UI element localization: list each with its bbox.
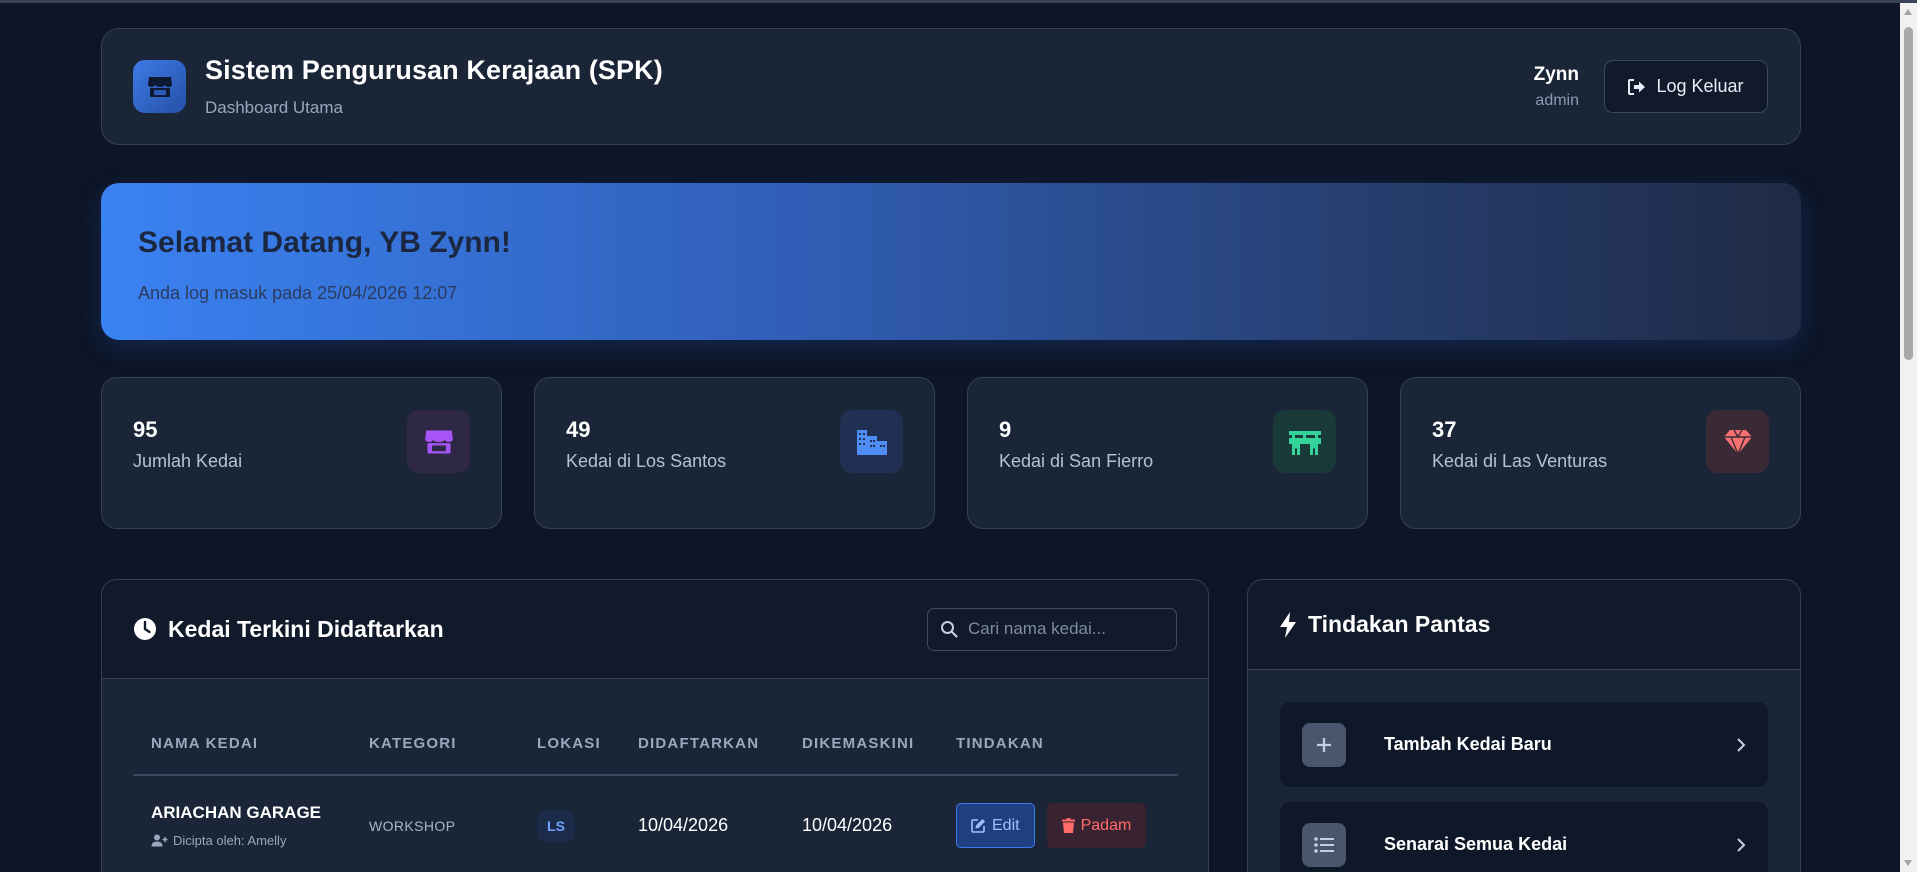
- quick-action-list-shops[interactable]: Senarai Semua Kedai: [1280, 802, 1768, 872]
- welcome-title: Selamat Datang, YB Zynn!: [138, 226, 511, 259]
- edit-button[interactable]: Edit: [956, 803, 1035, 848]
- page-subtitle: Dashboard Utama: [205, 98, 343, 117]
- bottom-section: Kedai Terkini Didaftarkan NAMA KEDAI KAT…: [101, 579, 1801, 872]
- user-plus-icon: [151, 834, 168, 847]
- quick-action-label: Tambah Kedai Baru: [1384, 734, 1552, 754]
- sign-out-icon: [1628, 78, 1646, 95]
- logout-label: Log Keluar: [1656, 76, 1744, 96]
- quick-actions-header: Tindakan Pantas: [1248, 580, 1800, 670]
- clock-icon: [134, 618, 156, 640]
- bridge-icon: [1273, 410, 1336, 473]
- registered-date: 10/04/2026: [638, 815, 729, 835]
- column-header: NAMA KEDAI: [133, 679, 351, 776]
- bolt-icon: [1280, 611, 1296, 638]
- recent-shops-table: NAMA KEDAI KATEGORI LOKASI DIDAFTARKAN D…: [133, 679, 1178, 872]
- login-time: Anda log masuk pada 25/04/2026 12:07: [138, 283, 458, 303]
- shop-name: ARIACHAN GARAGE: [151, 803, 321, 822]
- scroll-down-icon[interactable]: [1904, 860, 1912, 866]
- edit-label: Edit: [992, 816, 1020, 834]
- recent-shops-title: Kedai Terkini Didaftarkan: [168, 615, 444, 642]
- window-top-border: [0, 0, 1917, 3]
- welcome-banner: Selamat Datang, YB Zynn! Anda log masuk …: [101, 183, 1801, 340]
- search-input[interactable]: [968, 619, 1158, 639]
- creator-label: Dicipta oleh: Amelly: [173, 833, 287, 848]
- column-header: DIDAFTARKAN: [620, 679, 784, 776]
- location-badge: LS: [537, 809, 575, 842]
- column-header: DIKEMASKINI: [784, 679, 938, 776]
- table-row: ARIACHAN GARAGE Dicipta oleh: Amelly WOR…: [133, 775, 1178, 872]
- quick-action-add-shop[interactable]: Tambah Kedai Baru: [1280, 702, 1768, 787]
- user-name: Zynn: [1533, 63, 1579, 85]
- page-scrollbar[interactable]: [1900, 3, 1917, 872]
- stat-card-las-venturas: 37 Kedai di Las Venturas: [1400, 377, 1801, 529]
- gem-icon: [1706, 410, 1769, 473]
- city-icon: [840, 410, 903, 473]
- stat-card-san-fierro: 9 Kedai di San Fierro: [967, 377, 1368, 529]
- search-icon: [941, 621, 958, 638]
- delete-button[interactable]: Padam: [1046, 803, 1147, 848]
- delete-label: Padam: [1080, 816, 1132, 834]
- stat-card-los-santos: 49 Kedai di Los Santos: [534, 377, 935, 529]
- scroll-thumb[interactable]: [1904, 27, 1913, 360]
- shop-search[interactable]: [927, 607, 1177, 651]
- store-icon: [133, 60, 186, 113]
- quick-actions-panel: Tindakan Pantas Tambah Kedai Baru Senara…: [1247, 579, 1801, 872]
- plus-icon: [1302, 722, 1346, 767]
- column-header: KATEGORI: [351, 679, 519, 776]
- stats-row: 95 Jumlah Kedai 49 Kedai di Los Santos 9…: [101, 377, 1801, 529]
- recent-shops-header: Kedai Terkini Didaftarkan: [102, 580, 1208, 679]
- chevron-right-icon: [1737, 837, 1746, 852]
- scroll-up-icon[interactable]: [1904, 9, 1912, 15]
- trash-icon: [1061, 818, 1075, 833]
- store-icon: [407, 410, 470, 473]
- user-role: admin: [1535, 91, 1579, 109]
- stat-card-total: 95 Jumlah Kedai: [101, 377, 502, 529]
- edit-icon: [971, 819, 985, 833]
- updated-date: 10/04/2026: [802, 815, 893, 835]
- app-title: Sistem Pengurusan Kerajaan (SPK): [205, 55, 663, 85]
- recent-shops-panel: Kedai Terkini Didaftarkan NAMA KEDAI KAT…: [101, 579, 1209, 872]
- shop-category: WORKSHOP: [369, 818, 456, 834]
- user-info: Zynn admin: [1534, 64, 1579, 110]
- quick-actions-title: Tindakan Pantas: [1308, 611, 1491, 637]
- dashboard-page: Sistem Pengurusan Kerajaan (SPK) Dashboa…: [101, 28, 1801, 872]
- chevron-right-icon: [1737, 737, 1746, 752]
- column-header: TINDAKAN: [938, 679, 1178, 776]
- list-icon: [1302, 822, 1346, 867]
- app-header: Sistem Pengurusan Kerajaan (SPK) Dashboa…: [101, 28, 1801, 145]
- column-header: LOKASI: [519, 679, 620, 776]
- logout-button[interactable]: Log Keluar: [1604, 60, 1768, 113]
- quick-action-label: Senarai Semua Kedai: [1384, 834, 1568, 854]
